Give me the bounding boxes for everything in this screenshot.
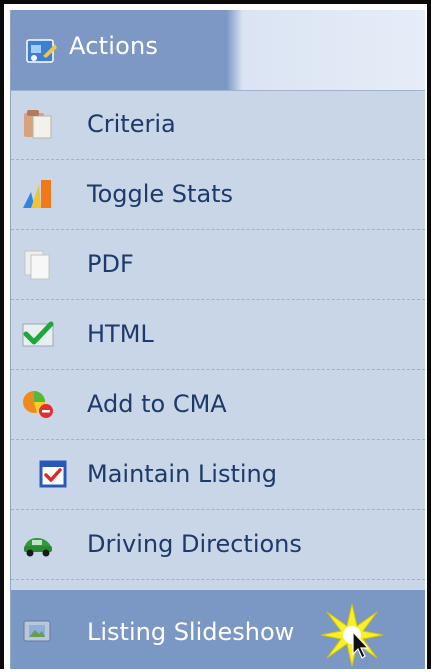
menu-item-maintain-listing[interactable]: Maintain Listing — [11, 440, 425, 510]
menu-item-driving-directions[interactable]: Driving Directions — [11, 510, 425, 580]
menu-item-label: Driving Directions — [87, 530, 302, 558]
menu-item-label: Maintain Listing — [87, 460, 277, 488]
bar-chart-icon — [21, 178, 55, 210]
menu-item-label: Toggle Stats — [87, 180, 234, 208]
car-icon — [21, 528, 55, 560]
actions-menu: Actions Criteria Toggle Stats PDF HTML A… — [10, 10, 425, 669]
menu-item-add-to-cma[interactable]: Add to CMA — [11, 370, 425, 440]
menu-title: Actions — [69, 32, 159, 60]
menu-item-label: Criteria — [87, 110, 176, 138]
add-to-cma-icon — [21, 388, 55, 420]
menu-item-html[interactable]: HTML — [11, 300, 425, 370]
click-highlight-icon — [319, 602, 385, 668]
clipboard-icon — [21, 108, 55, 140]
actions-tab[interactable]: Actions — [11, 10, 227, 90]
slideshow-icon — [21, 616, 55, 648]
document-icon — [21, 248, 55, 280]
checkmark-icon — [21, 318, 55, 350]
menu-item-toggle-stats[interactable]: Toggle Stats — [11, 160, 425, 230]
menu-item-label: Add to CMA — [87, 390, 227, 418]
menu-item-label: HTML — [87, 320, 154, 348]
menu-item-label: Listing Slideshow — [87, 618, 295, 646]
checkbox-icon — [39, 458, 73, 490]
menu-item-pdf[interactable]: PDF — [11, 230, 425, 300]
menu-header: Actions — [11, 10, 425, 91]
actions-icon — [25, 36, 59, 66]
menu-item-criteria[interactable]: Criteria — [11, 90, 425, 160]
menu-item-label: PDF — [87, 250, 134, 278]
